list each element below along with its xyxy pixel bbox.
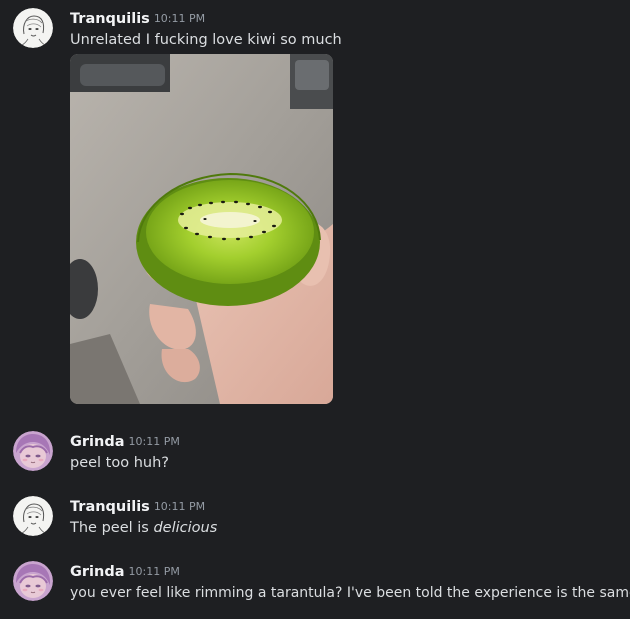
message-item: Grinda 10:11 PM peel too huh? [0,431,630,475]
message-text: The peel is delicious [70,518,217,538]
timestamp: 10:11 PM [153,500,206,513]
timestamp: 10:11 PM [153,12,206,25]
user-avatar[interactable] [13,561,53,601]
username[interactable]: Tranquilis [70,499,150,515]
user-avatar[interactable] [13,496,53,536]
user-avatar[interactable] [13,8,53,48]
message-text: Unrelated I fucking love kiwi so much [70,32,342,48]
message-header: Grinda 10:11 PM [70,431,180,453]
message-text: you ever feel like rimming a tarantula? … [70,585,630,601]
username[interactable]: Tranquilis [70,11,150,27]
message-text: peel too huh? [70,455,169,471]
image-attachment[interactable] [70,54,333,404]
anime-girl-avatar-icon [13,561,53,601]
message-item: Tranquilis 10:11 PM The peel is delicious [0,496,630,540]
chat-message-list: Tranquilis 10:11 PM Unrelated I fucking l… [0,0,630,619]
anime-girl-avatar-icon [13,431,53,471]
message-item: Tranquilis 10:11 PM Unrelated I fucking l… [0,8,630,408]
username[interactable]: Grinda [70,564,125,580]
username[interactable]: Grinda [70,434,125,450]
message-item: Grinda 10:11 PM you ever feel like rimmin… [0,561,630,605]
message-header: Grinda 10:11 PM [70,561,180,583]
sketch-portrait-avatar-icon [13,8,53,48]
kiwi-photo-icon [70,54,333,404]
timestamp: 10:11 PM [128,565,180,578]
user-avatar[interactable] [13,431,53,471]
sketch-portrait-avatar-icon [13,496,53,536]
message-header: Tranquilis 10:11 PM [70,8,205,30]
message-text-emphasis: delicious [153,520,218,536]
message-header: Tranquilis 10:11 PM [70,496,205,518]
timestamp: 10:11 PM [128,435,180,448]
message-text-plain: The peel is [70,520,154,536]
